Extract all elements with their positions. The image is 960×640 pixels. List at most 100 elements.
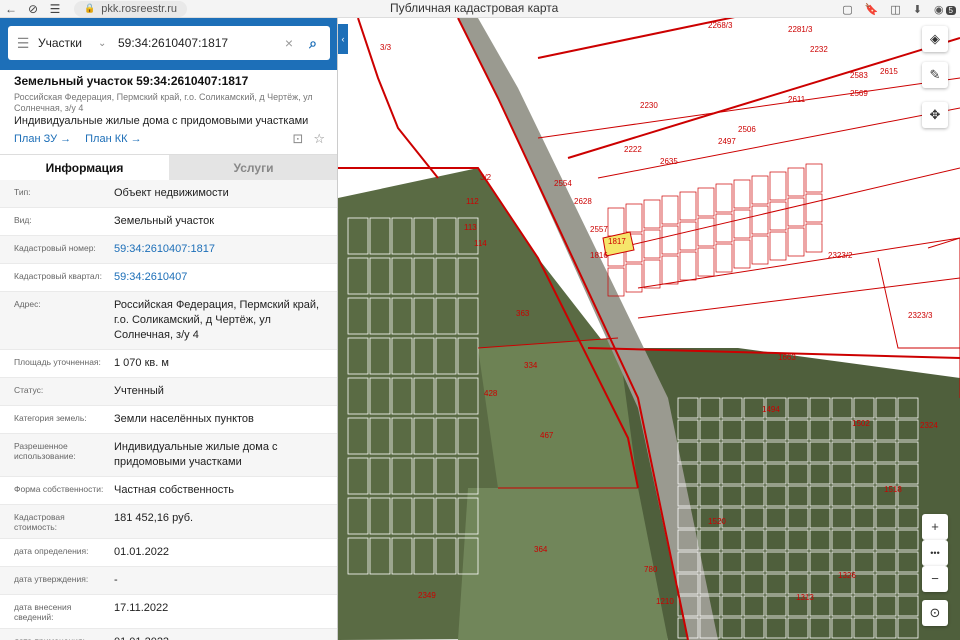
search-box: ☰ Участки ⌄ × ⌕ (8, 26, 330, 60)
search-input[interactable] (118, 36, 278, 50)
info-key: Разрешенное использование: (14, 441, 76, 461)
plan-zu-link[interactable]: План ЗУ → (14, 133, 71, 145)
parcel-label: 2554 (554, 179, 572, 188)
crosshair-icon[interactable]: ✥ (922, 102, 948, 128)
object-title: Земельный участок 59:34:2610407:1817 (14, 74, 249, 88)
close-icon[interactable]: × (278, 35, 300, 51)
info-row: Тип: Объект недвижимости (0, 180, 337, 208)
info-key: Категория земель: (14, 413, 87, 423)
plan-kk-link[interactable]: План КК → (85, 133, 141, 145)
more-options-button[interactable]: ••• (922, 540, 948, 566)
parcel-label: 112 (466, 197, 479, 206)
parcel-label: 2635 (660, 157, 678, 166)
terrain-meadow (458, 488, 668, 640)
info-key: Кадастровый квартал: (14, 271, 102, 281)
terrain-field (478, 338, 638, 488)
info-value: 1 070 кв. м (114, 357, 169, 369)
zoom-in-button[interactable]: + (922, 514, 948, 540)
parcel-label: 780 (644, 565, 658, 574)
info-row: дата утверждения: - (0, 567, 337, 595)
bookmarks-icon[interactable]: ☰ (44, 2, 66, 16)
info-key: Тип: (14, 187, 31, 197)
parcel-label: 2611 (788, 95, 806, 104)
layers-icon[interactable]: ◈ (922, 26, 948, 52)
map-canvas[interactable]: 3/3 3/2 2268/3 2281/3 2232 2583 2615 2569 2611 22… (338, 18, 960, 640)
chevron-down-icon[interactable]: ⌄ (98, 38, 118, 49)
parcel-label: 3/2 (480, 173, 492, 182)
bookmark-icon[interactable]: 🔖 (865, 3, 879, 16)
parcel-label: 2615 (880, 67, 898, 76)
parcel-label: 1663 (778, 353, 796, 362)
tab-info[interactable]: Информация (0, 155, 169, 180)
info-key: Вид: (14, 215, 32, 225)
parcel-label: 2323/2 (828, 251, 853, 260)
info-key: дата утверждения: (14, 574, 89, 584)
parcel-label: 2583 (850, 71, 868, 80)
yandex-icon[interactable]: ⊘ (22, 2, 44, 16)
lock-icon: 🔒 (84, 3, 96, 13)
parcel-label: 1313 (796, 593, 814, 602)
url-text: pkk.rosreestr.ru (101, 2, 178, 15)
cadastral-map[interactable]: 3/3 3/2 2268/3 2281/3 2232 2583 2615 2569 2611 22… (338, 18, 960, 640)
parcel-label: 363 (516, 309, 530, 318)
favorite-star-icon[interactable]: ☆ (313, 131, 325, 147)
info-value: Земельный участок (114, 215, 215, 227)
info-row: Статус: Учтенный (0, 378, 337, 406)
tabs-icon[interactable]: ▢ (842, 3, 852, 16)
search-icon[interactable]: ⌕ (300, 35, 326, 52)
parcel-label: 2628 (574, 197, 592, 206)
info-row: дата внесения сведений: 17.11.2022 (0, 595, 337, 629)
info-value[interactable]: 59:34:2610407 (110, 264, 337, 291)
info-row: дата определения: 01.01.2022 (0, 539, 337, 567)
parcel-label: 1520 (708, 517, 726, 526)
info-value: - (114, 574, 118, 586)
parcel-label: 1518 (884, 485, 902, 494)
info-table: Тип: Объект недвижимости Вид: Земельный уча… (0, 180, 337, 640)
parcel-label: 3/3 (380, 43, 392, 52)
info-row: Форма собственности: Частная собственност… (0, 477, 337, 505)
parcel-label: 1494 (762, 405, 780, 414)
parcel-label: 2324 (920, 421, 938, 430)
info-row: Кадастровая стоимость: 181 452,16 руб. (0, 505, 337, 539)
info-key: Форма собственности: (14, 484, 104, 494)
info-row: Кадастровый квартал: 59:34:2610407 (0, 264, 337, 292)
tab-services[interactable]: Услуги (169, 155, 337, 180)
compass-icon[interactable]: ⊙ (922, 600, 948, 626)
parcel-label: 2230 (640, 101, 658, 110)
info-value: Российская Федерация, Пермский край, г.о… (114, 299, 320, 341)
parcel-label: 2569 (850, 89, 868, 98)
address-bar[interactable]: 🔒 pkk.rosreestr.ru (74, 0, 188, 17)
info-panel: ☰ Участки ⌄ × ⌕ Земельный участок 59:34:… (0, 18, 338, 640)
object-type-select[interactable]: Участки (38, 36, 98, 50)
browser-toolbar: ← ⊘ ☰ 🔒 pkk.rosreestr.ru Публичная кадас… (0, 0, 960, 18)
info-row: Площадь уточненная: 1 070 кв. м (0, 350, 337, 378)
info-key: Кадастровая стоимость: (14, 512, 65, 532)
ruler-icon[interactable]: ✎ (922, 62, 948, 88)
parcel-label: 2222 (624, 145, 642, 154)
zoom-out-button[interactable]: − (922, 566, 948, 592)
downloads-icon[interactable]: ⬇ (913, 3, 922, 16)
search-bar: ☰ Участки ⌄ × ⌕ (0, 18, 337, 70)
menu-icon[interactable]: ☰ (8, 35, 38, 52)
parcel-label: 428 (484, 389, 498, 398)
info-value[interactable]: 59:34:2610407:1817 (110, 236, 337, 263)
collapse-panel-button[interactable]: ‹ (338, 24, 348, 54)
profile-icon[interactable]: ◉ 5 (934, 3, 956, 16)
parcel-label: 2497 (718, 137, 736, 146)
back-icon[interactable]: ← (0, 2, 22, 16)
info-value: 01.01.2022 (114, 546, 170, 558)
info-key: дата применения: (0, 629, 110, 640)
extensions-icon[interactable]: ◫ (890, 3, 900, 16)
info-value: 01.01.2023 (110, 629, 337, 640)
parcel-label: 2268/3 (708, 21, 733, 30)
info-key: Адрес: (14, 299, 41, 309)
parcel-label: 1502 (852, 419, 870, 428)
parcel-label: 1210 (656, 597, 674, 606)
parcel-label: 1326 (838, 571, 856, 580)
object-use: Индивидуальные жилые дома с придомовыми … (14, 115, 309, 127)
info-key: Кадастровый номер: (14, 243, 96, 253)
info-value: 181 452,16 руб. (114, 512, 194, 524)
info-row: Вид: Земельный участок (0, 208, 337, 236)
zoom-to-object-icon[interactable]: ⊡ (292, 131, 303, 147)
info-value: Земли населённых пунктов (114, 413, 254, 425)
